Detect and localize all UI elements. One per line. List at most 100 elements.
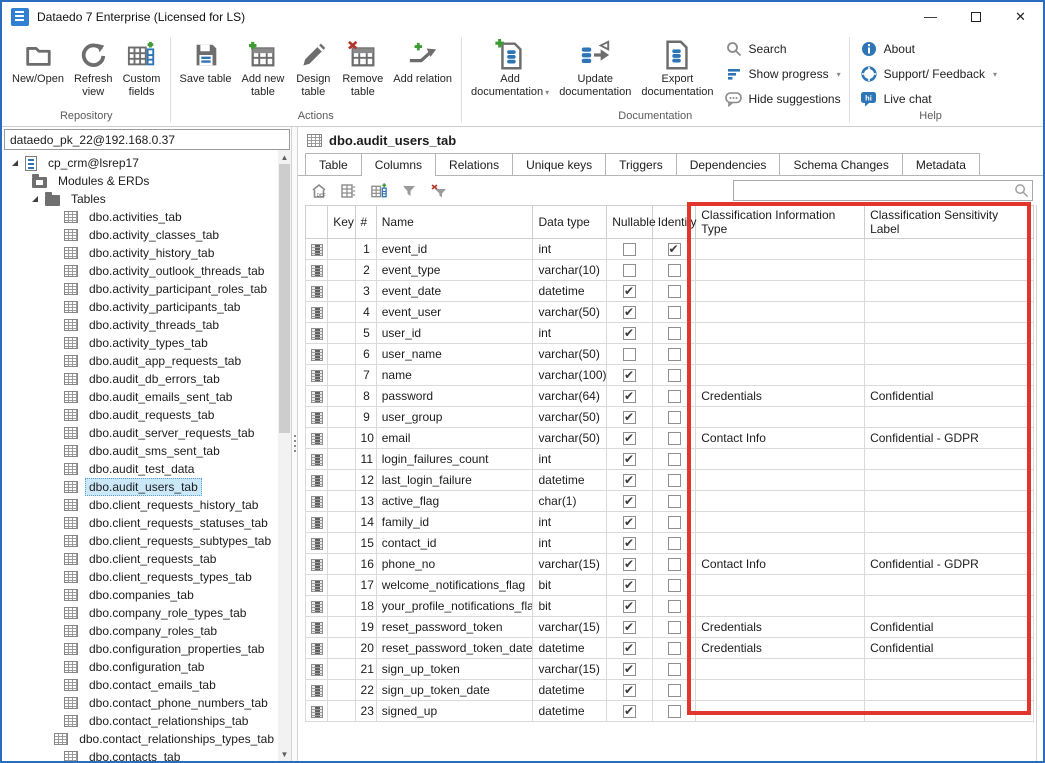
classification-label-cell[interactable] [865,701,1034,722]
identity-checkbox[interactable] [668,264,681,277]
tab-schema-changes[interactable]: Schema Changes [779,153,902,175]
column-name-cell[interactable]: welcome_notifications_flag [376,575,533,596]
tree-item-dbo-audit_users_tab[interactable]: dbo.audit_users_tab [4,478,278,496]
grid-row[interactable]: 9 user_group varchar(50) [306,407,1034,428]
tree-item-dbo-activity_threads_tab[interactable]: dbo.activity_threads_tab [4,316,278,334]
grid-row[interactable]: 19 reset_password_token varchar(15) Cred… [306,617,1034,638]
data-type-cell[interactable]: int [533,512,607,533]
tree-item-dbo-activity_classes_tab[interactable]: dbo.activity_classes_tab [4,226,278,244]
grid-row[interactable]: 20 reset_password_token_date datetime Cr… [306,638,1034,659]
classification-type-cell[interactable]: Contact Info [696,554,865,575]
data-type-cell[interactable]: int [533,323,607,344]
tab-dependencies[interactable]: Dependencies [676,153,781,175]
classification-type-cell[interactable] [696,407,865,428]
nullable-checkbox[interactable] [623,621,636,634]
data-type-cell[interactable]: varchar(50) [533,428,607,449]
col-header-key[interactable]: Key [328,206,355,239]
tree-item-dbo-audit_app_requests_tab[interactable]: dbo.audit_app_requests_tab [4,352,278,370]
nullable-checkbox[interactable] [623,411,636,424]
col-header-datatype[interactable]: Data type [533,206,607,239]
column-name-cell[interactable]: login_failures_count [376,449,533,470]
classification-label-cell[interactable] [865,239,1034,260]
nullable-checkbox[interactable] [623,369,636,382]
tab-columns[interactable]: Columns [361,153,436,176]
key-cell[interactable] [328,512,355,533]
grid-row[interactable]: 4 event_user varchar(50) [306,302,1034,323]
refresh-view-button[interactable]: Refresh view [69,34,118,98]
classification-label-cell[interactable] [865,596,1034,617]
key-cell[interactable] [328,281,355,302]
classification-type-cell[interactable]: Credentials [696,617,865,638]
grid-row[interactable]: 7 name varchar(100) [306,365,1034,386]
nullable-checkbox[interactable] [623,579,636,592]
classification-type-cell[interactable] [696,239,865,260]
col-header-classification-type[interactable]: Classification Information Type [696,206,865,239]
grid-row[interactable]: 12 last_login_failure datetime [306,470,1034,491]
grid-row[interactable]: 10 email varchar(50) Contact Info Confid… [306,428,1034,449]
nullable-checkbox[interactable] [623,600,636,613]
tree-item-dbo-client_requests_tab[interactable]: dbo.client_requests_tab [4,550,278,568]
classification-type-cell[interactable] [696,491,865,512]
nullable-checkbox[interactable] [623,264,636,277]
custom-fields-button[interactable]: Custom fields [118,34,166,98]
grid-row[interactable]: 17 welcome_notifications_flag bit [306,575,1034,596]
nullable-checkbox[interactable] [623,474,636,487]
tree-item-dbo-activity_history_tab[interactable]: dbo.activity_history_tab [4,244,278,262]
tree-root-database[interactable]: cp_crm@lsrep17 [4,154,278,172]
identity-checkbox[interactable] [668,348,681,361]
grid-row[interactable]: 21 sign_up_token varchar(15) [306,659,1034,680]
tree-item-dbo-activities_tab[interactable]: dbo.activities_tab [4,208,278,226]
grid-row[interactable]: 11 login_failures_count int [306,449,1034,470]
tree-item-dbo-client_requests_statuses_tab[interactable]: dbo.client_requests_statuses_tab [4,514,278,532]
key-cell[interactable] [328,638,355,659]
live-chat-button[interactable]: hi Live chat [860,90,997,108]
key-cell[interactable] [328,344,355,365]
col-header-name[interactable]: Name [376,206,533,239]
column-name-cell[interactable]: user_group [376,407,533,428]
classification-type-cell[interactable] [696,260,865,281]
show-progress-button[interactable]: Show progress ▾ [725,65,841,83]
identity-checkbox[interactable] [668,537,681,550]
tab-table[interactable]: Table [305,153,362,175]
tree-item-dbo-configuration_properties_tab[interactable]: dbo.configuration_properties_tab [4,640,278,658]
classification-label-cell[interactable] [865,365,1034,386]
classification-label-cell[interactable] [865,470,1034,491]
identity-checkbox[interactable] [668,306,681,319]
key-cell[interactable] [328,575,355,596]
classification-label-cell[interactable] [865,407,1034,428]
identity-checkbox[interactable] [668,495,681,508]
grid-row[interactable]: 23 signed_up datetime [306,701,1034,722]
nullable-checkbox[interactable] [623,705,636,718]
data-type-cell[interactable]: varchar(64) [533,386,607,407]
classification-type-cell[interactable] [696,323,865,344]
nullable-checkbox[interactable] [623,285,636,298]
nullable-checkbox[interactable] [623,495,636,508]
nullable-checkbox[interactable] [623,516,636,529]
tree-folder-modules-erds[interactable]: Modules & ERDs [4,172,278,190]
classification-type-cell[interactable] [696,281,865,302]
tree-item-dbo-audit_test_data[interactable]: dbo.audit_test_data [4,460,278,478]
data-type-cell[interactable]: datetime [533,638,607,659]
column-name-cell[interactable]: reset_password_token_date [376,638,533,659]
tree-item-dbo-contact_relationships_types_tab[interactable]: dbo.contact_relationships_types_tab [4,730,278,748]
default-fields-icon[interactable]: DEF [310,182,328,200]
identity-checkbox[interactable] [668,600,681,613]
identity-checkbox[interactable] [668,285,681,298]
panel-splitter[interactable] [291,127,298,761]
nullable-checkbox[interactable] [623,243,636,256]
classification-label-cell[interactable]: Confidential [865,638,1034,659]
classification-type-cell[interactable] [696,701,865,722]
classification-label-cell[interactable] [865,575,1034,596]
classification-label-cell[interactable] [865,344,1034,365]
classification-label-cell[interactable]: Confidential - GDPR [865,554,1034,575]
tree-item-dbo-companies_tab[interactable]: dbo.companies_tab [4,586,278,604]
tree-item-dbo-audit_sms_sent_tab[interactable]: dbo.audit_sms_sent_tab [4,442,278,460]
key-cell[interactable] [328,239,355,260]
classification-label-cell[interactable] [865,449,1034,470]
close-button[interactable]: ✕ [998,2,1043,31]
tab-unique-keys[interactable]: Unique keys [512,153,606,175]
key-cell[interactable] [328,554,355,575]
grid-row[interactable]: 22 sign_up_token_date datetime [306,680,1034,701]
classification-label-cell[interactable] [865,533,1034,554]
classification-type-cell[interactable] [696,344,865,365]
